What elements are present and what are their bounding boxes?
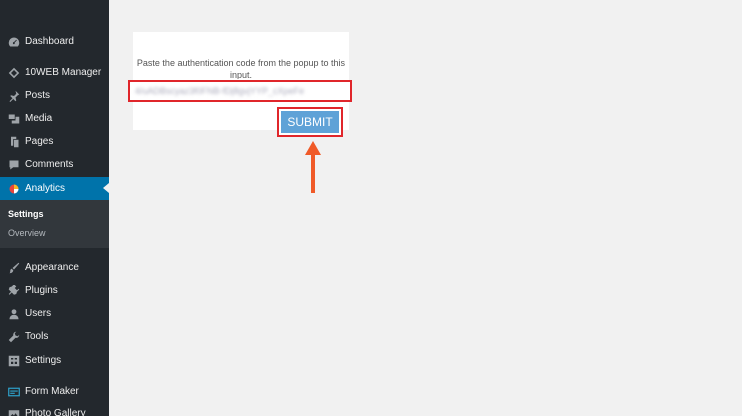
auth-code-value: 4/uADBscyaz3f0FNB-fDj8gvjYYP_cXpeFe: [135, 86, 305, 96]
menu-item-users[interactable]: Users: [0, 302, 109, 325]
wrench-icon: [7, 330, 20, 343]
plugin-icon: [7, 284, 20, 297]
menu-label: Pages: [25, 136, 54, 147]
settings-icon: [7, 354, 20, 367]
menu-item-posts[interactable]: Posts: [0, 84, 109, 107]
auth-instruction-text: Paste the authentication code from the p…: [136, 58, 346, 79]
menu-label: Plugins: [25, 285, 58, 296]
users-icon: [7, 307, 20, 320]
menu-label: Users: [25, 308, 52, 319]
menu-item-dashboard[interactable]: Dashboard: [0, 30, 109, 53]
menu-item-plugins[interactable]: Plugins: [0, 279, 109, 302]
admin-sidebar: Dashboard 10WEB Manager Posts Media Page…: [0, 0, 109, 416]
menu-label: Media: [25, 113, 53, 124]
comments-icon: [7, 158, 20, 171]
form-icon: [7, 385, 20, 398]
menu-item-photo-gallery[interactable]: Photo Gallery: [0, 402, 109, 416]
menu-item-form-maker[interactable]: Form Maker: [0, 380, 109, 403]
dashboard-icon: [7, 35, 20, 48]
auth-code-input[interactable]: 4/uADBscyaz3f0FNB-fDj8gvjYYP_cXpeFe: [128, 80, 352, 102]
pages-icon: [7, 135, 20, 148]
media-icon: [7, 112, 20, 125]
menu-item-pages[interactable]: Pages: [0, 130, 109, 153]
menu-item-10web-manager[interactable]: 10WEB Manager: [0, 61, 109, 84]
menu-item-tools[interactable]: Tools: [0, 325, 109, 348]
menu-label: Posts: [25, 90, 51, 101]
menu-item-appearance[interactable]: Appearance: [0, 256, 109, 279]
menu-item-settings[interactable]: Settings: [0, 349, 109, 372]
submit-highlight: SUBMIT: [277, 107, 343, 137]
submit-button[interactable]: SUBMIT: [281, 111, 339, 133]
active-indicator: [103, 183, 109, 193]
menu-label: Photo Gallery: [25, 408, 86, 416]
analytics-icon: [7, 182, 20, 195]
menu-label: Tools: [25, 331, 49, 342]
menu-item-analytics[interactable]: Analytics: [0, 177, 109, 200]
menu-label: Form Maker: [25, 386, 79, 397]
menu-label: Dashboard: [25, 36, 74, 47]
brush-icon: [7, 261, 20, 274]
menu-item-comments[interactable]: Comments: [0, 153, 109, 176]
tenweb-icon: [7, 66, 20, 79]
menu-label: Analytics: [25, 183, 66, 194]
menu-label: Comments: [25, 159, 74, 170]
pointer-arrow-icon: [305, 141, 321, 193]
pin-icon: [7, 89, 20, 102]
submenu-item-overview[interactable]: Overview: [8, 228, 46, 238]
analytics-submenu: Settings Overview: [0, 200, 109, 248]
menu-label: 10WEB Manager: [25, 67, 102, 78]
menu-item-media[interactable]: Media: [0, 107, 109, 130]
gallery-icon: [7, 407, 20, 416]
menu-label: Appearance: [25, 262, 79, 273]
submenu-item-settings[interactable]: Settings: [8, 209, 44, 219]
menu-label: Settings: [25, 355, 62, 366]
